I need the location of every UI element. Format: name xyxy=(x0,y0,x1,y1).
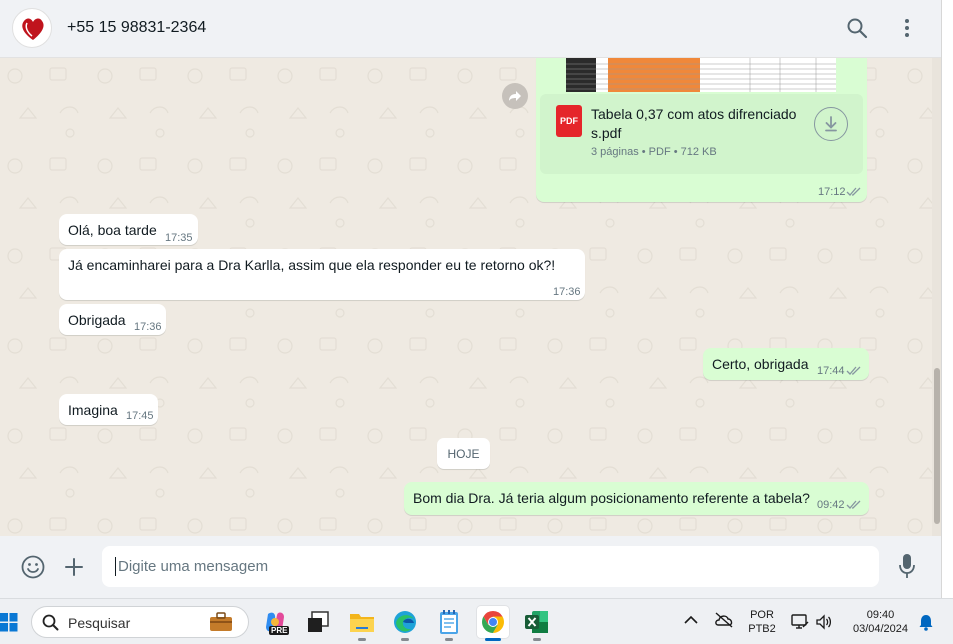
search-icon[interactable] xyxy=(845,16,869,40)
copilot-app[interactable]: PRE xyxy=(259,606,291,638)
chat-scrollbar-thumb[interactable] xyxy=(934,368,940,524)
menu-icon[interactable] xyxy=(895,16,919,40)
chrome-icon xyxy=(482,611,504,633)
edge-icon xyxy=(394,611,416,633)
double-check-icon xyxy=(846,366,861,375)
text-caret xyxy=(115,557,116,576)
pdf-attachment-message[interactable]: PDF Tabela 0,37 com atos difrenciado s.pd… xyxy=(536,58,867,202)
message-time: 17:36 xyxy=(134,321,162,333)
contact-avatar[interactable] xyxy=(12,8,52,48)
pdf-file-info[interactable]: PDF Tabela 0,37 com atos difrenciado s.pd… xyxy=(540,94,863,174)
message-time: 17:36 xyxy=(553,286,581,298)
notepad-icon xyxy=(440,610,458,634)
incoming-message[interactable]: Já encaminharei para a Dra Karlla, assim… xyxy=(59,249,585,300)
task-view-app[interactable] xyxy=(302,606,334,638)
excel-app[interactable] xyxy=(521,606,553,641)
taskbar-search[interactable]: Pesquisar xyxy=(31,606,249,638)
incoming-message[interactable]: Olá, boa tarde 17:35 xyxy=(59,214,198,245)
taskbar-clock[interactable]: 09:40 03/04/2024 xyxy=(843,608,918,636)
edge-app[interactable] xyxy=(389,606,421,641)
double-check-icon xyxy=(846,500,861,509)
search-icon xyxy=(42,614,59,631)
message-time: 17:35 xyxy=(165,232,193,244)
download-button[interactable] xyxy=(814,107,848,141)
windows-start-icon[interactable] xyxy=(0,612,18,632)
pdf-file-name: Tabela 0,37 com atos difrenciado s.pdf xyxy=(591,106,797,141)
pdf-preview-thumbnail[interactable] xyxy=(566,58,836,92)
chat-header: +55 15 98831-2364 xyxy=(0,0,941,58)
onedrive-offline-icon[interactable] xyxy=(714,612,734,628)
forward-button[interactable] xyxy=(502,83,528,109)
message-time: 09:42 xyxy=(817,499,845,511)
outgoing-message[interactable]: Bom dia Dra. Já teria algum posicionamen… xyxy=(404,482,869,515)
windows-taskbar: Pesquisar PRE POR PTB2 09:40 03/04/2024 xyxy=(0,598,953,644)
excel-icon xyxy=(525,611,548,633)
emoji-icon[interactable] xyxy=(20,554,46,580)
day-divider: HOJE xyxy=(437,438,490,469)
download-icon xyxy=(825,116,837,132)
notification-bell-icon[interactable] xyxy=(918,613,934,631)
preview-badge: PRE xyxy=(269,626,290,635)
notepad-app[interactable] xyxy=(433,606,465,641)
contact-name[interactable]: +55 15 98831-2364 xyxy=(67,19,206,37)
outgoing-message[interactable]: Certo, obrigada 17:44 xyxy=(703,348,869,380)
task-view-icon xyxy=(308,611,329,632)
pdf-file-meta: 3 páginas • PDF • 712 KB xyxy=(591,146,717,158)
message-time: 17:44 xyxy=(817,365,845,377)
double-check-icon xyxy=(846,187,861,196)
incoming-message[interactable]: Imagina 17:45 xyxy=(59,394,158,425)
network-icon[interactable] xyxy=(791,613,809,631)
pdf-file-icon: PDF xyxy=(556,105,582,137)
chevron-up-icon[interactable] xyxy=(684,615,698,625)
message-time: 17:12 xyxy=(818,186,846,198)
volume-icon[interactable] xyxy=(815,613,833,631)
folder-icon xyxy=(350,614,374,632)
message-time: 17:45 xyxy=(126,410,154,422)
window-edge xyxy=(941,0,953,598)
briefcase-icon xyxy=(210,612,232,631)
message-composer xyxy=(0,536,941,598)
plus-icon[interactable] xyxy=(61,554,87,580)
message-input[interactable] xyxy=(102,546,879,587)
incoming-message[interactable]: Obrigada 17:36 xyxy=(59,304,166,335)
microphone-icon[interactable] xyxy=(894,553,920,579)
chrome-app[interactable] xyxy=(477,606,509,641)
file-explorer-app[interactable] xyxy=(346,606,378,641)
keyboard-language[interactable]: POR PTB2 xyxy=(744,608,780,636)
